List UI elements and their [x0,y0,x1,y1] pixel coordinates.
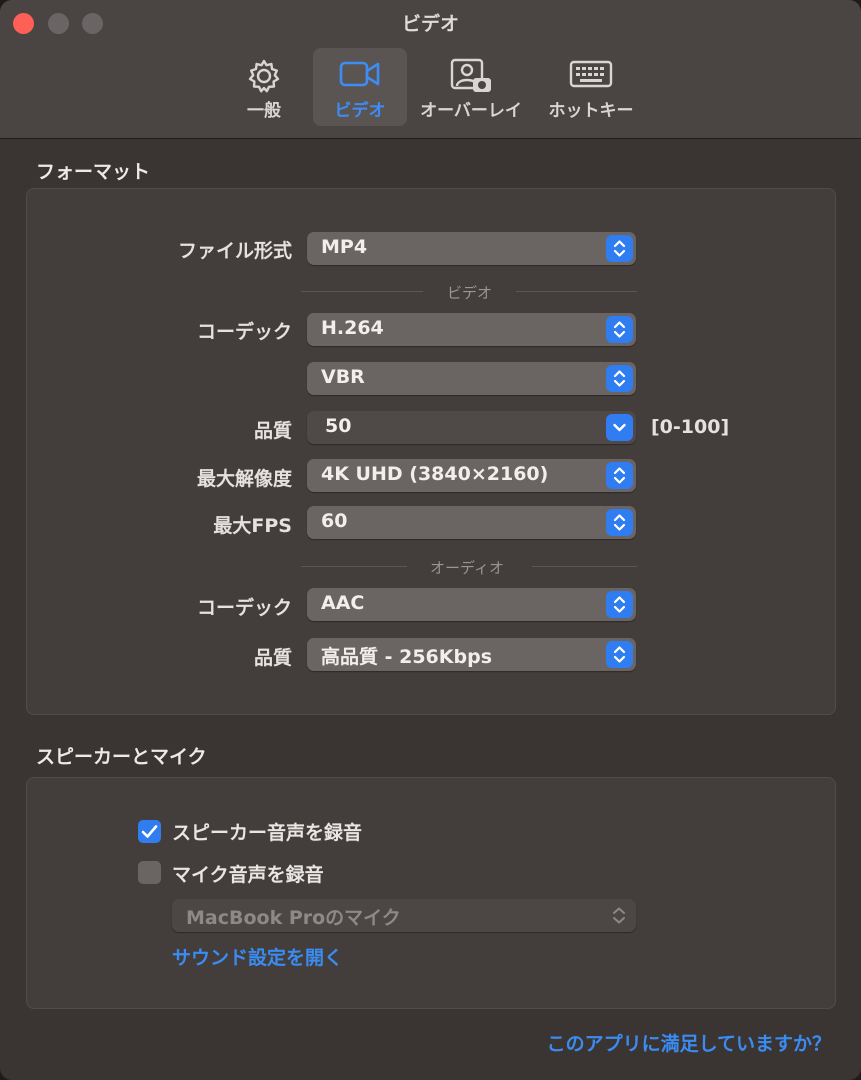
audio-divider-line-left [301,566,407,567]
audio-divider-label: オーディオ [430,559,504,577]
chevron-updown-icon [606,316,633,343]
chevron-updown-icon [606,235,633,262]
chevron-down-icon[interactable] [606,414,633,441]
max-fps-select[interactable]: 60 [307,506,636,539]
max-resolution-value: 4K UHD (3840×2160) [321,463,549,485]
max-resolution-select[interactable]: 4K UHD (3840×2160) [307,459,636,492]
max-fps-value: 60 [321,510,348,532]
quality-value: 50 [325,415,352,437]
video-codec-label: コーデック [196,321,292,343]
keyboard-icon [568,58,614,94]
tab-overlay[interactable]: オーバーレイ [414,48,528,126]
tab-hotkeys-label: ホットキー [548,101,634,121]
video-divider-line-left [301,291,423,292]
file-format-label: ファイル形式 [177,240,292,262]
bitrate-mode-select[interactable]: VBR [307,362,636,395]
mic-device-select[interactable]: MacBook Proのマイク [172,899,636,932]
checkmark-icon [141,825,158,838]
overlay-camera-icon [449,58,493,98]
quality-combobox[interactable]: 50 [307,411,636,444]
record-mic-checkbox[interactable] [138,861,161,884]
chevron-updown-icon [606,365,633,392]
open-sound-settings-link[interactable]: サウンド設定を開く [172,943,343,970]
audio-codec-select[interactable]: AAC [307,588,636,621]
file-format-select[interactable]: MP4 [307,232,636,265]
audio-quality-label: 品質 [253,647,292,669]
chevron-updown-icon [606,641,633,668]
tab-hotkeys[interactable]: ホットキー [540,48,642,126]
audio-codec-label: コーデック [196,597,292,619]
audio-divider-line-right [532,566,637,567]
tab-video-label: ビデオ [334,101,386,121]
audio-codec-value: AAC [321,592,365,614]
speaker-mic-panel [26,777,836,1009]
max-resolution-label: 最大解像度 [196,468,292,490]
video-codec-value: H.264 [321,317,384,339]
record-speaker-label[interactable]: スピーカー音声を録音 [172,818,362,845]
format-panel [26,188,836,715]
chevron-updown-icon [608,902,630,933]
quality-label: 品質 [253,420,292,442]
mic-device-value: MacBook Proのマイク [186,907,401,929]
tab-general[interactable]: 一般 [218,48,310,126]
toolbar: ビデオ 一般 ビデオ オーバーレイ ホットキー [0,0,861,139]
record-speaker-checkbox[interactable] [138,820,161,843]
chevron-updown-icon [606,591,633,618]
preferences-window: ビデオ 一般 ビデオ オーバーレイ ホットキー フォーマット ファイル形式 MP… [0,0,861,1080]
video-camera-icon [338,58,382,94]
bitrate-mode-value: VBR [321,366,365,388]
video-divider-label: ビデオ [447,284,493,302]
window-title: ビデオ [401,13,459,35]
file-format-value: MP4 [321,236,368,258]
video-codec-select[interactable]: H.264 [307,313,636,346]
quality-range-hint: [0-100] [651,416,730,438]
gear-icon [245,58,283,98]
format-section-title: フォーマット [36,161,151,183]
feedback-link[interactable]: このアプリに満足していますか？ [547,1029,831,1056]
chevron-updown-icon [606,509,633,536]
video-divider-line-right [516,291,637,292]
tab-general-label: 一般 [247,101,281,121]
tab-video[interactable]: ビデオ [313,48,407,126]
tab-overlay-label: オーバーレイ [420,101,522,121]
record-mic-label[interactable]: マイク音声を録音 [172,860,324,887]
audio-quality-select[interactable]: 高品質 - 256Kbps [307,638,636,671]
max-fps-label: 最大FPS [213,515,292,537]
chevron-updown-icon [606,462,633,489]
speaker-mic-section-title: スピーカーとマイク [36,746,207,768]
audio-quality-value: 高品質 - 256Kbps [321,646,493,668]
